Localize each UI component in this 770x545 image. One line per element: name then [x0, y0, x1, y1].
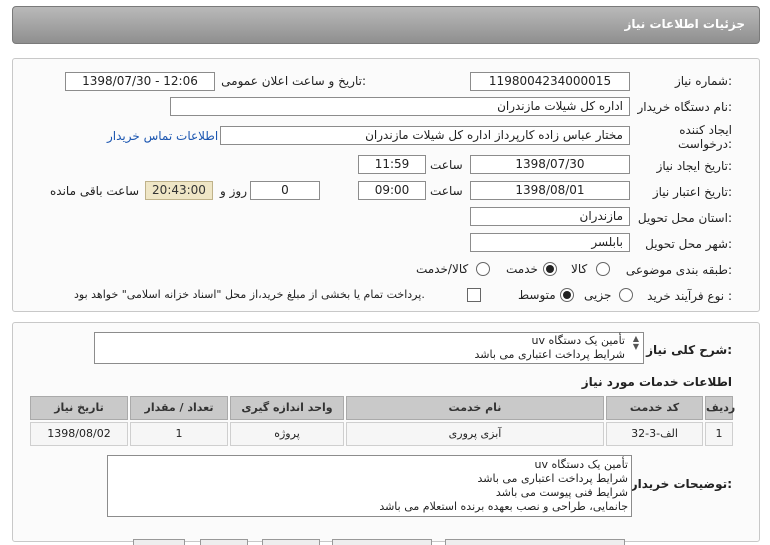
- buyer-notes-line-1: تأمین یک دستگاه uv: [534, 458, 628, 471]
- description-label: شرح کلی نیاز:: [646, 343, 732, 357]
- creator-label-text: ایجاد کننده درخواست:: [678, 123, 732, 151]
- days-label: روز و: [220, 184, 247, 198]
- cell-service-name: آبزی پروری: [346, 422, 604, 446]
- buyer-notes-line-4: جانمایی، طراحی و نصب بعهده برنده استعلام…: [379, 500, 628, 513]
- city-field: بابلسر: [470, 233, 630, 252]
- buyer-notes-line-2: شرایط پرداخت اعتباری می باشد: [477, 472, 628, 485]
- col-quantity: تعداد / مقدار: [130, 396, 228, 420]
- process-medium-radio[interactable]: [560, 288, 574, 302]
- category-goods-service-label: کالا/خدمت: [416, 262, 469, 276]
- validity-label: تاریخ اعتبار نیاز:: [652, 185, 732, 199]
- category-label: طبقه بندی موضوعی:: [625, 263, 732, 277]
- province-field: مازندران: [470, 207, 630, 226]
- province-label: استان محل تحویل:: [637, 211, 732, 225]
- cell-need-date: 1398/08/02: [30, 422, 128, 446]
- process-label: نوع فرآیند خرید :: [647, 289, 732, 303]
- process-medium-label: متوسط: [518, 288, 556, 302]
- col-service-code: کد خدمت: [606, 396, 703, 420]
- category-service-label: خدمت: [506, 262, 538, 276]
- payment-note: پرداخت تمام یا بخشی از مبلغ خرید،از محل …: [74, 288, 425, 301]
- bottom-button-4[interactable]: [332, 539, 432, 545]
- buyer-notes-line-3: شرایط فنی پیوست می باشد: [495, 486, 628, 499]
- page-header: جزئیات اطلاعات نیاز: [12, 6, 760, 44]
- bottom-button-2[interactable]: [200, 539, 248, 545]
- buyer-label: نام دستگاه خریدار:: [637, 100, 733, 114]
- bottom-button-1[interactable]: [133, 539, 185, 545]
- validity-time-label: ساعت: [430, 184, 463, 198]
- page-title: جزئیات اطلاعات نیاز: [624, 17, 745, 31]
- announce-field: 1398/07/30 - 12:06: [65, 72, 215, 91]
- category-goods-service-radio[interactable]: [476, 262, 490, 276]
- buyer-notes-label: توضیحات خریدار:: [630, 477, 732, 491]
- validity-date-field: 1398/08/01: [470, 181, 630, 200]
- description-scroll-icon[interactable]: ▲ ▼: [633, 335, 639, 351]
- announce-label: تاریخ و ساعت اعلان عمومی:: [221, 74, 366, 88]
- col-need-date: تاریخ نیاز: [30, 396, 128, 420]
- process-minor-radio[interactable]: [619, 288, 633, 302]
- category-goods-label: کالا: [571, 262, 588, 276]
- create-date-label: تاریخ ایجاد نیاز:: [656, 159, 732, 173]
- cell-service-code: الف-3-32: [606, 422, 703, 446]
- city-label: شهر محل تحویل:: [645, 237, 732, 251]
- cell-unit: پروژه: [230, 422, 344, 446]
- description-line-2: شرایط پرداخت اعتباری می باشد: [474, 348, 625, 361]
- create-time-field: 11:59: [358, 155, 426, 174]
- remaining-label: ساعت باقی مانده: [50, 184, 140, 198]
- col-service-name: نام خدمت: [346, 396, 604, 420]
- days-field: 0: [250, 181, 320, 200]
- category-service-radio[interactable]: [543, 262, 557, 276]
- need-number-field: 1198004234000015: [470, 72, 630, 91]
- description-box: تأمین یک دستگاه uv شرایط پرداخت اعتباری …: [94, 332, 644, 364]
- buyer-field: اداره کل شیلات مازندران: [170, 97, 630, 116]
- services-title: اطلاعات خدمات مورد نیاز: [581, 375, 732, 389]
- col-unit: واحد اندازه گیری: [230, 396, 344, 420]
- create-date-field: 1398/07/30: [470, 155, 630, 174]
- category-goods-radio[interactable]: [596, 262, 610, 276]
- validity-time-field: 09:00: [358, 181, 426, 200]
- creator-label: ایجاد کننده درخواست:: [670, 123, 732, 151]
- need-number-label: شماره نیاز:: [674, 74, 732, 88]
- creator-field: مختار عباس زاده کارپرداز اداره کل شیلات …: [220, 126, 630, 145]
- description-line-1: تأمین یک دستگاه uv: [531, 334, 625, 347]
- buyer-contact-link[interactable]: اطلاعات تماس خریدار: [107, 129, 218, 143]
- cell-quantity: 1: [130, 422, 228, 446]
- remaining-time-field: 20:43:00: [145, 181, 213, 200]
- process-minor-label: جزیی: [584, 288, 612, 302]
- treasury-checkbox[interactable]: [467, 288, 481, 302]
- buyer-notes-box: تأمین یک دستگاه uv شرایط پرداخت اعتباری …: [107, 455, 632, 517]
- bottom-button-5[interactable]: [445, 539, 625, 545]
- cell-row-number: 1: [705, 422, 733, 446]
- col-row-number: ردیف: [705, 396, 735, 420]
- bottom-button-3[interactable]: [262, 539, 320, 545]
- create-time-label: ساعت: [430, 158, 463, 172]
